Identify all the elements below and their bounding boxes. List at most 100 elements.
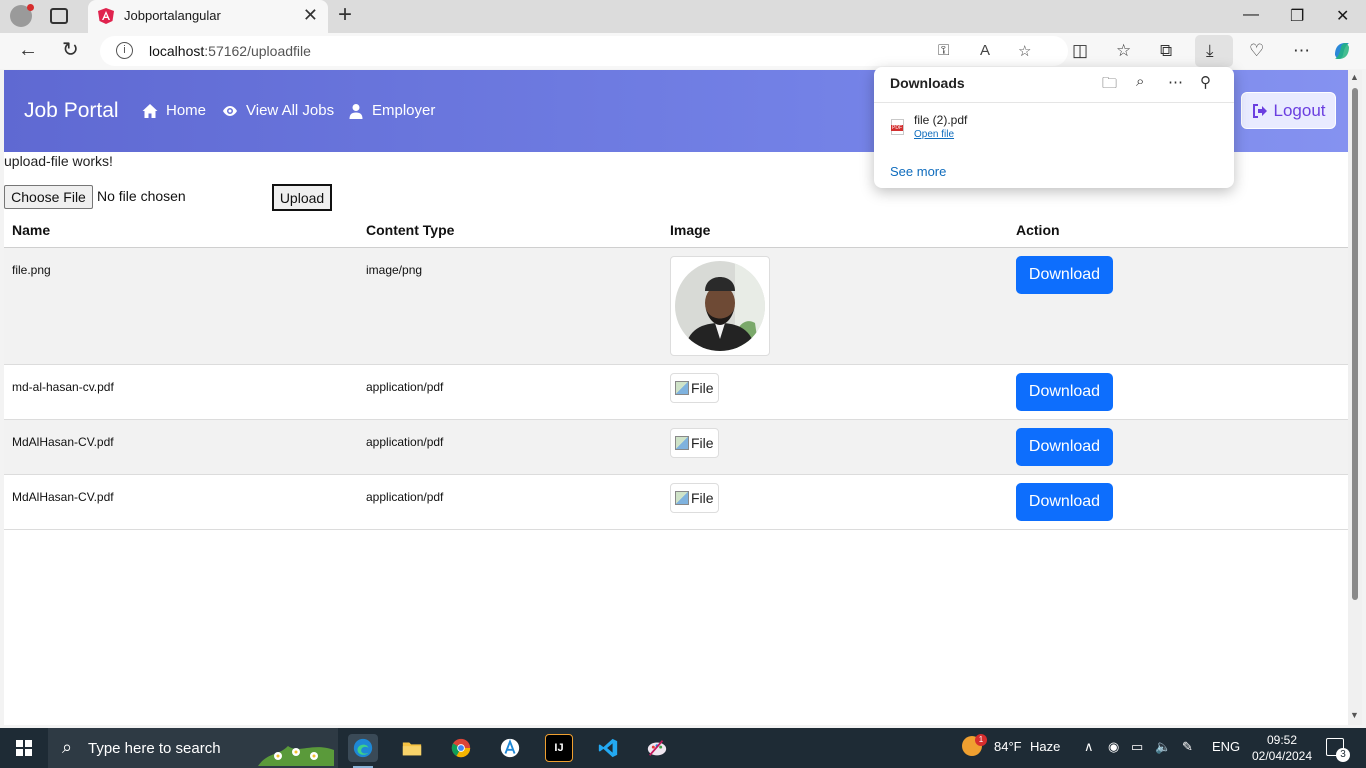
new-tab-icon[interactable]: + [338, 3, 352, 27]
network-icon[interactable]: ▭ [1131, 739, 1143, 755]
cell-file-name: file.png [4, 247, 358, 365]
cell-image: File [662, 474, 1008, 530]
browser-essentials-icon[interactable]: ♡ [1249, 41, 1264, 61]
broken-image: File [670, 372, 719, 403]
back-icon[interactable]: ← [18, 40, 38, 60]
broken-image: File [670, 427, 719, 458]
minimize-icon[interactable]: — [1243, 6, 1259, 24]
clock-date: 02/04/2024 [1251, 749, 1313, 763]
search-downloads-icon[interactable]: ⌕ [1136, 73, 1144, 90]
paint-app-icon[interactable] [643, 734, 671, 762]
choose-file-button[interactable]: Choose File [4, 185, 93, 209]
url-path: :57162/uploadfile [204, 43, 311, 59]
scroll-down-icon[interactable]: ▼ [1350, 710, 1359, 720]
brand-logo[interactable]: Job Portal [24, 99, 119, 123]
start-button[interactable] [16, 740, 32, 756]
edge-taskbar-icon[interactable] [348, 734, 378, 762]
header-name: Name [4, 213, 358, 248]
browser-tab-bar: Jobportalangular ✕ + — ❐ ✕ [0, 0, 1366, 33]
files-table: Name Content Type Image Action file.png … [4, 213, 1348, 530]
nav-home-label: Home [166, 102, 207, 119]
collections-icon[interactable]: ⧉ [1160, 41, 1172, 61]
read-aloud-icon[interactable]: A [980, 42, 990, 59]
copilot-icon[interactable] [1331, 40, 1353, 62]
language-indicator[interactable]: ENG [1212, 739, 1240, 754]
see-more-link[interactable]: See more [890, 164, 946, 179]
show-hidden-icons-icon[interactable]: ∧ [1084, 739, 1094, 755]
password-key-icon[interactable]: ⚿ [938, 42, 949, 59]
logout-button[interactable]: Logout [1241, 92, 1336, 129]
weather-desc[interactable]: Haze [1030, 739, 1060, 754]
pen-icon[interactable]: ✎ [1182, 739, 1193, 755]
cell-image: File [662, 364, 1008, 420]
home-icon [142, 103, 158, 118]
favorite-star-icon[interactable]: ☆ [1018, 42, 1031, 60]
scroll-up-icon[interactable]: ▲ [1350, 72, 1359, 82]
url-text[interactable]: localhost:57162/uploadfile [149, 43, 311, 59]
profile-icon[interactable] [10, 4, 34, 27]
downloaded-file-name[interactable]: file (2).pdf [914, 113, 967, 127]
table-row: MdAlHasan-CV.pdf application/pdf File Do… [4, 419, 1348, 475]
table-header-row: Name Content Type Image Action [4, 213, 1348, 248]
download-button[interactable]: Download [1016, 482, 1113, 521]
download-button[interactable]: Download [1016, 372, 1113, 411]
refresh-icon[interactable]: ↻ [62, 40, 79, 60]
page-scrollbar[interactable]: ▲ ▼ [1348, 70, 1362, 725]
header-image: Image [662, 213, 1008, 248]
image-thumbnail [670, 255, 770, 356]
download-button[interactable]: Download [1016, 255, 1113, 294]
cell-image: File [662, 419, 1008, 475]
downloads-title: Downloads [890, 75, 965, 91]
more-options-icon[interactable]: ⋯ [1168, 73, 1183, 91]
table-row: md-al-hasan-cv.pdf application/pdf File … [4, 364, 1348, 420]
cell-content-type: application/pdf [358, 419, 662, 475]
upload-button[interactable]: Upload [272, 184, 332, 211]
downloads-button[interactable]: ⤓ [1195, 35, 1233, 67]
meet-now-icon[interactable]: ◉ [1108, 739, 1119, 755]
notification-count: 3 [1336, 748, 1350, 762]
cell-action: Download [1008, 474, 1348, 530]
intellij-icon[interactable]: IJ [545, 734, 573, 762]
open-file-link[interactable]: Open file [914, 129, 954, 140]
header-action: Action [1008, 213, 1348, 248]
pdf-file-icon [891, 119, 904, 135]
restore-icon[interactable]: ❐ [1290, 6, 1304, 26]
chrome-icon [451, 738, 471, 758]
system-clock[interactable]: 09:52 02/04/2024 [1250, 732, 1314, 764]
taskbar-search[interactable]: ⌕ Type here to search [48, 728, 338, 768]
chrome-taskbar-icon[interactable] [447, 734, 475, 762]
browser-tab[interactable]: Jobportalangular ✕ [88, 0, 328, 33]
pin-icon[interactable]: ⚲ [1200, 73, 1211, 91]
app-store-icon[interactable] [496, 734, 524, 762]
angular-favicon-icon [98, 8, 114, 24]
cell-content-type: application/pdf [358, 474, 662, 530]
scroll-thumb[interactable] [1352, 88, 1358, 600]
nav-view-all-jobs[interactable]: View All Jobs [222, 102, 334, 119]
favorites-icon[interactable]: ☆ [1116, 41, 1131, 61]
vscode-icon[interactable] [594, 734, 622, 762]
nav-view-all-jobs-label: View All Jobs [246, 102, 335, 119]
file-explorer-icon[interactable] [398, 734, 426, 762]
site-info-icon[interactable]: i [116, 42, 133, 59]
search-highlight-art [258, 746, 334, 766]
no-file-chosen-text: No file chosen [97, 188, 186, 204]
open-folder-icon[interactable]: 🗀 [1102, 73, 1117, 98]
tab-close-icon[interactable]: ✕ [303, 5, 318, 25]
broken-image-alt: File [691, 434, 714, 451]
weather-temp[interactable]: 84°F [994, 739, 1022, 754]
volume-muted-icon[interactable]: 🔈 [1155, 739, 1171, 755]
split-screen-icon[interactable]: ◫ [1072, 41, 1088, 61]
address-bar[interactable]: i localhost:57162/uploadfile ⚿ A ☆ [100, 36, 1068, 66]
cell-action: Download [1008, 364, 1348, 420]
user-icon [349, 103, 363, 119]
folder-icon [402, 742, 422, 756]
more-menu-icon[interactable]: ⋯ [1293, 41, 1310, 61]
tab-actions-icon[interactable] [50, 8, 68, 24]
eye-icon [223, 105, 237, 116]
ij-text-icon: IJ [554, 742, 564, 754]
close-window-icon[interactable]: ✕ [1336, 6, 1349, 26]
download-button[interactable]: Download [1016, 427, 1113, 466]
nav-employer[interactable]: Employer [348, 102, 435, 119]
browser-toolbar: ← ↻ i localhost:57162/uploadfile ⚿ A ☆ ◫… [0, 33, 1366, 69]
nav-home[interactable]: Home [142, 102, 206, 119]
